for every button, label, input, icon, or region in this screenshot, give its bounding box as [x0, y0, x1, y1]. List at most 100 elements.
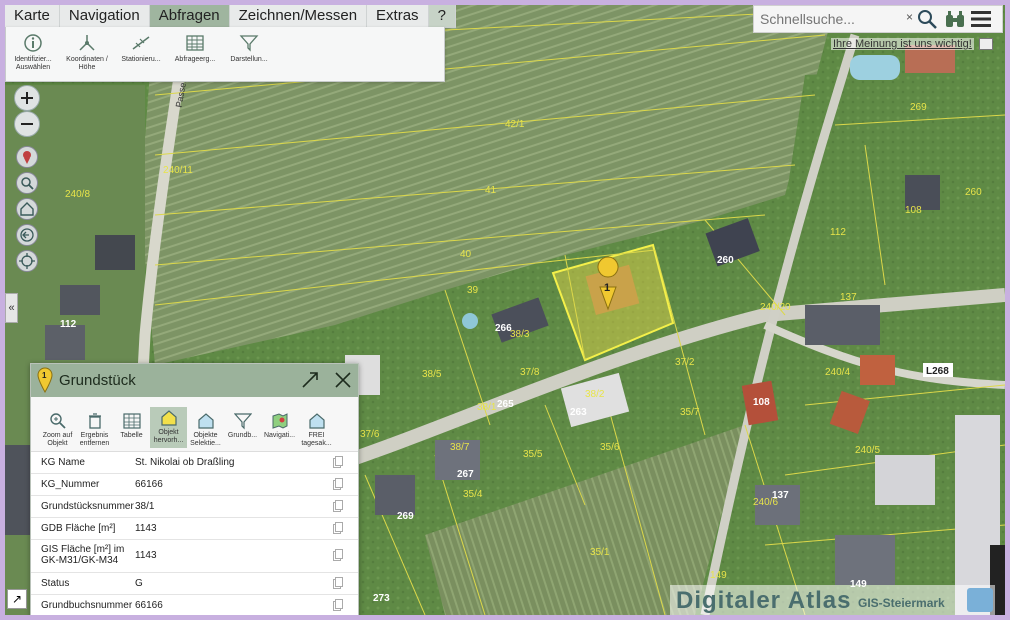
copy-icon[interactable] — [333, 478, 343, 490]
tool-zoom-to-object[interactable]: Zoom auf Objekt — [39, 410, 76, 448]
tool-table[interactable]: Tabelle — [113, 410, 150, 440]
navigation-icon — [272, 413, 287, 429]
collapse-panel-button[interactable]: « — [5, 293, 18, 323]
home-icon — [20, 202, 34, 216]
clear-icon[interactable]: × — [906, 10, 913, 24]
globe-icon — [967, 588, 993, 612]
tool-grundbuch-label: Grundb... — [227, 432, 258, 439]
label-35-4: 35/4 — [463, 489, 483, 500]
tool-coordinates[interactable]: Koordinaten / Höhe — [61, 33, 113, 72]
tool-remove-result-label: Ergebnis entfernen — [79, 432, 110, 447]
tool-remove-result[interactable]: Ergebnis entfernen — [76, 410, 113, 448]
field-east — [785, 65, 1005, 205]
row-key: GDB Fläche [m²] — [41, 523, 116, 534]
zoom-icon — [49, 413, 66, 429]
tool-frei-tagesaktuell[interactable]: FREI tagesak... — [298, 410, 335, 448]
tool-highlight-object[interactable]: Objekt hervorh... — [150, 407, 187, 448]
menu-zeichnen-messen[interactable]: Zeichnen/Messen — [230, 5, 368, 27]
maximize-icon[interactable] — [301, 371, 319, 389]
row-key: KG_Nummer — [41, 479, 100, 490]
menu-karte[interactable]: Karte — [5, 5, 60, 27]
hamburger-menu-icon[interactable] — [970, 9, 992, 29]
expand-icon[interactable]: ↗ — [7, 589, 27, 609]
plus-icon — [21, 92, 33, 104]
label-39: 39 — [467, 285, 479, 296]
feedback-link[interactable]: Ihre Meinung ist uns wichtig! — [831, 38, 974, 50]
highlight-icon — [160, 410, 177, 426]
binoculars-icon[interactable] — [944, 9, 966, 29]
tool-identify-label: Identifizier... Auswählen — [14, 56, 52, 71]
label-263: 263 — [570, 407, 587, 418]
label-37-2: 37/2 — [675, 357, 695, 368]
copy-icon[interactable] — [333, 577, 343, 589]
label-240-4: 269 — [910, 102, 927, 113]
copy-icon[interactable] — [333, 549, 343, 561]
table-row: Status G — [31, 573, 358, 595]
feature-info-panel: 1 Grundstück Zoom auf Objekt Ergebnis en… — [30, 363, 359, 615]
label-38-7: 38/7 — [450, 442, 470, 453]
label-31-8: 240/8 — [65, 189, 90, 200]
row-key: Grundstücksnummer — [41, 501, 134, 512]
tool-navigation[interactable]: Navigati... — [261, 410, 298, 440]
label-35-1: 35/1 — [590, 547, 610, 558]
tool-display[interactable]: Darstellun... — [223, 33, 275, 64]
menu-extras[interactable]: Extras — [367, 5, 429, 27]
label-240-11: 137 — [840, 292, 857, 303]
label-38-3: 38/3 — [510, 329, 530, 340]
search-input[interactable] — [758, 9, 904, 29]
label-267: 267 — [457, 469, 474, 480]
arrow-left-icon — [20, 228, 34, 242]
row-key: KG Name — [41, 457, 85, 468]
search-icon[interactable] — [916, 9, 938, 29]
tool-query-results-label: Abfrageerg... — [174, 56, 216, 63]
row-value: 1143 — [135, 523, 157, 534]
locate-pin-button[interactable] — [16, 146, 38, 168]
copy-icon[interactable] — [333, 522, 343, 534]
coordinates-icon — [79, 35, 95, 51]
tool-select-objects-label: Objekte Selektie... — [190, 432, 221, 447]
tool-grundbuch[interactable]: Grundb... — [224, 410, 261, 440]
copy-icon[interactable] — [333, 599, 343, 611]
copy-icon[interactable] — [333, 456, 343, 468]
home-button[interactable] — [16, 198, 38, 220]
magnifier-icon — [21, 177, 34, 190]
info-icon — [24, 34, 42, 52]
tool-identify[interactable]: Identifizier... Auswählen — [7, 33, 59, 72]
label-40: 40 — [460, 249, 472, 260]
gps-button[interactable] — [16, 250, 38, 272]
row-key: Grundbuchsnummer — [41, 600, 133, 611]
label-37-8: 37/8 — [520, 367, 540, 378]
tool-display-label: Darstellun... — [230, 56, 268, 63]
copy-icon[interactable] — [333, 500, 343, 512]
row-value: 38/1 — [135, 501, 155, 512]
minus-icon — [21, 123, 33, 125]
tool-stationing-label: Stationieru... — [121, 56, 161, 63]
menu-bar: Karte Navigation Abfragen Zeichnen/Messe… — [5, 5, 456, 28]
close-icon[interactable] — [334, 371, 352, 389]
label-240-22: 240/4 — [825, 367, 850, 378]
logo-title: Digitaler Atlas — [676, 587, 852, 614]
digitaler-atlas-logo: Digitaler Atlas GIS-Steiermark — [670, 585, 995, 615]
table-icon — [122, 413, 141, 429]
back-button[interactable] — [16, 224, 38, 246]
label-265: 265 — [497, 399, 514, 410]
mail-icon[interactable] — [979, 38, 993, 50]
zoom-in-button[interactable] — [14, 85, 40, 111]
pin-icon — [23, 151, 31, 164]
tool-select-objects[interactable]: Objekte Selektie... — [187, 410, 224, 448]
menu-navigation[interactable]: Navigation — [60, 5, 150, 27]
row-value: G — [135, 578, 143, 589]
map-marker-label: 1 — [604, 282, 610, 294]
label-35-7: 35/7 — [680, 407, 700, 418]
crosshair-icon — [19, 253, 35, 269]
house-icon — [308, 413, 325, 429]
menu-help[interactable]: ? — [428, 5, 456, 27]
zoom-box-button[interactable] — [16, 172, 38, 194]
zoom-out-button[interactable] — [14, 111, 40, 137]
label-260: 260 — [717, 255, 734, 266]
label-42-1: 42/1 — [505, 119, 525, 130]
menu-abfragen[interactable]: Abfragen — [149, 5, 230, 27]
app-frame: 42/1 41 40 39 38/3 37/8 37/2 37/6 38/5 3… — [0, 0, 1010, 620]
tool-stationing[interactable]: Stationieru... — [115, 33, 167, 64]
tool-query-results[interactable]: Abfrageerg... — [169, 33, 221, 64]
